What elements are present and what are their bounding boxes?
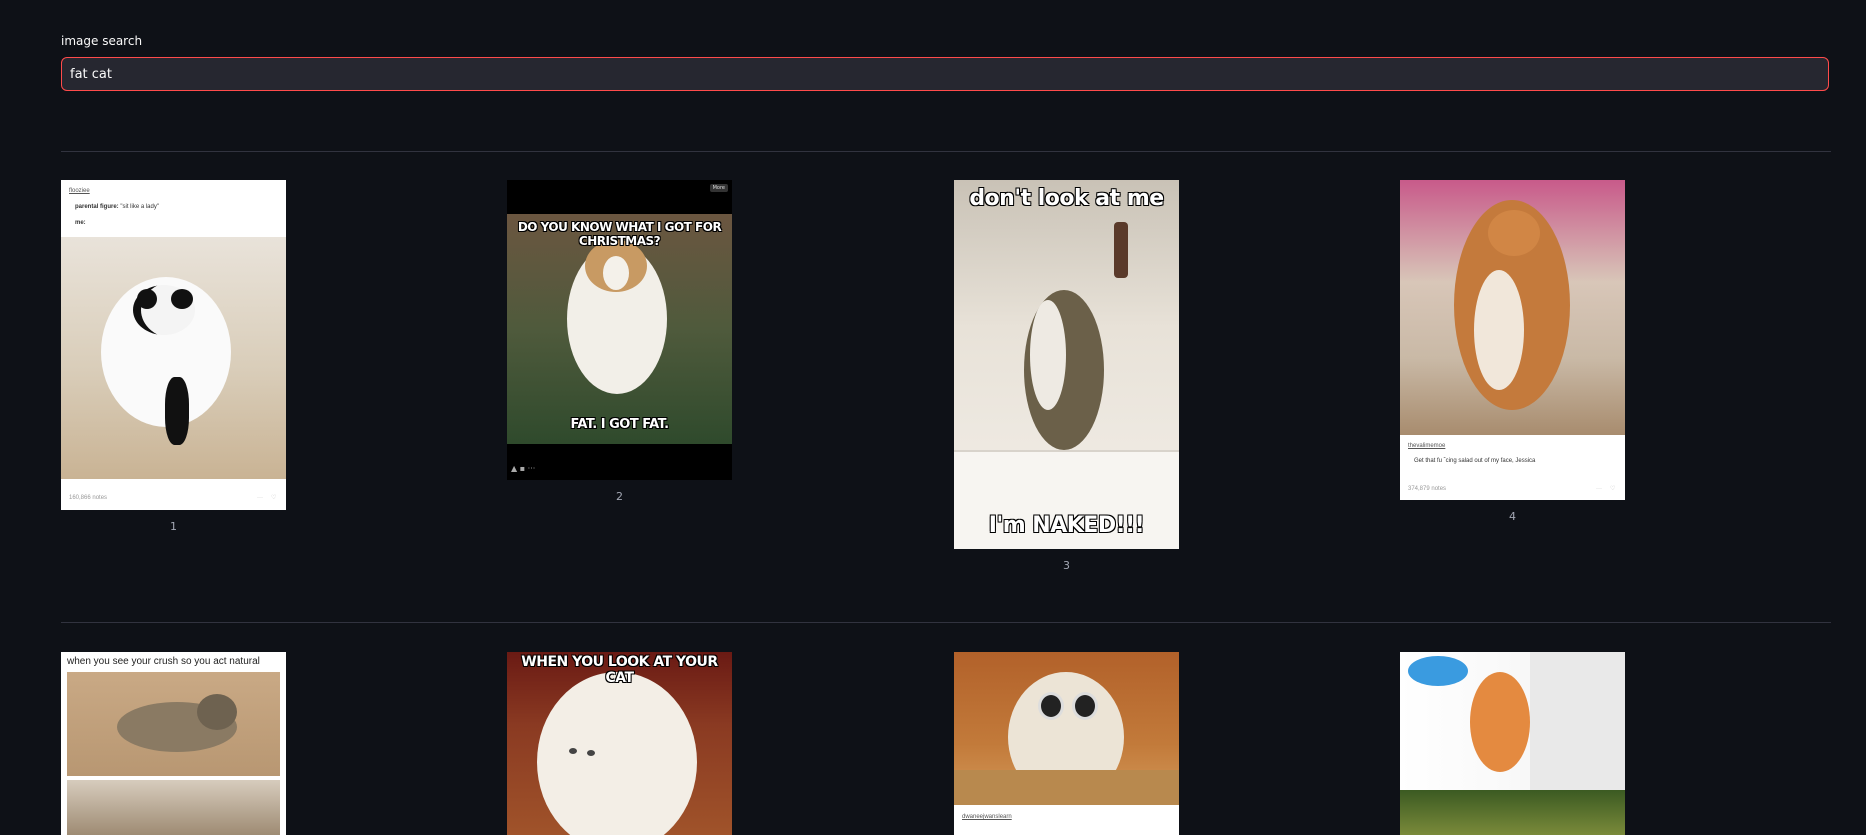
result-image-5[interactable]: when you see your crush so you act natur… bbox=[61, 652, 286, 835]
notes-count: 374,879 notes bbox=[1408, 486, 1447, 492]
result-cell-6: WHEN YOU LOOK AT YOUR CAT bbox=[507, 652, 732, 835]
tumblr-source: thevalimemoe bbox=[1408, 443, 1446, 449]
post-footer: 160,866 notes ··· ♡ bbox=[61, 479, 286, 510]
result-cell-5: when you see your crush so you act natur… bbox=[61, 652, 286, 835]
image-caption: 4 bbox=[1509, 510, 1516, 523]
meme-top-text: don't look at me bbox=[969, 186, 1164, 211]
result-image-8[interactable] bbox=[1400, 652, 1625, 835]
tumblr-quote: Get that fu ˆcing salad out of my face, … bbox=[1414, 458, 1536, 464]
notes-count: 160,866 notes bbox=[69, 495, 108, 501]
tumblr-source: flooziee bbox=[69, 188, 90, 194]
result-cell-3: don't look at me I'm NAKED!!! 3 bbox=[954, 180, 1179, 572]
image-caption: 2 bbox=[616, 490, 623, 503]
heart-icon[interactable]: ♡ bbox=[271, 494, 276, 501]
heart-icon[interactable]: ♡ bbox=[1610, 485, 1615, 492]
more-button[interactable]: More bbox=[709, 184, 728, 192]
result-image-6[interactable]: WHEN YOU LOOK AT YOUR CAT bbox=[507, 652, 732, 835]
divider bbox=[61, 622, 1831, 623]
result-cell-4: thevalimemoe Get that fu ˆcing salad out… bbox=[1400, 180, 1625, 523]
meme-bottom-text: I'm NAKED!!! bbox=[988, 513, 1145, 538]
meme-top-text: DO YOU KNOW WHAT I GOT FOR CHRISTMAS? bbox=[517, 220, 722, 248]
photo-area bbox=[61, 237, 286, 479]
result-cell-2: More DO YOU KNOW WHAT I GOT FOR CHRISTMA… bbox=[507, 180, 732, 503]
photo-area bbox=[1400, 180, 1625, 435]
photo-area bbox=[1400, 652, 1625, 790]
app-main: image search flooziee parental figure: "… bbox=[0, 0, 1866, 835]
image-caption: 3 bbox=[1063, 559, 1070, 572]
meme-top-text: WHEN YOU LOOK AT YOUR CAT bbox=[521, 654, 718, 686]
result-image-4[interactable]: thevalimemoe Get that fu ˆcing salad out… bbox=[1400, 180, 1625, 500]
more-icon[interactable]: ··· bbox=[1596, 486, 1602, 492]
action-icons: ▲ ▪ ··· bbox=[511, 464, 536, 473]
result-image-7[interactable]: dwaneejwanslearn bbox=[954, 652, 1179, 835]
more-icon[interactable]: ··· bbox=[257, 495, 263, 501]
result-image-1[interactable]: flooziee parental figure: "sit like a la… bbox=[61, 180, 286, 510]
tumblr-line-1: parental figure: "sit like a lady" bbox=[75, 204, 159, 210]
tumblr-line-2: me: bbox=[75, 220, 86, 226]
result-cell-1: flooziee parental figure: "sit like a la… bbox=[61, 180, 286, 533]
result-cell-7: dwaneejwanslearn bbox=[954, 652, 1179, 835]
image-caption: 1 bbox=[170, 520, 177, 533]
tumblr-source: dwaneejwanslearn bbox=[962, 814, 1012, 820]
photo-area bbox=[507, 214, 732, 444]
meme-bottom-text: FAT. I GOT FAT. bbox=[570, 417, 669, 432]
search-input[interactable] bbox=[61, 57, 1829, 91]
result-image-2[interactable]: More DO YOU KNOW WHAT I GOT FOR CHRISTMA… bbox=[507, 180, 732, 480]
divider bbox=[61, 151, 1831, 152]
photo-area bbox=[954, 652, 1179, 805]
result-cell-8 bbox=[1400, 652, 1625, 835]
meme-top-text: when you see your crush so you act natur… bbox=[67, 656, 260, 667]
result-image-3[interactable]: don't look at me I'm NAKED!!! bbox=[954, 180, 1179, 549]
search-label: image search bbox=[61, 34, 143, 48]
